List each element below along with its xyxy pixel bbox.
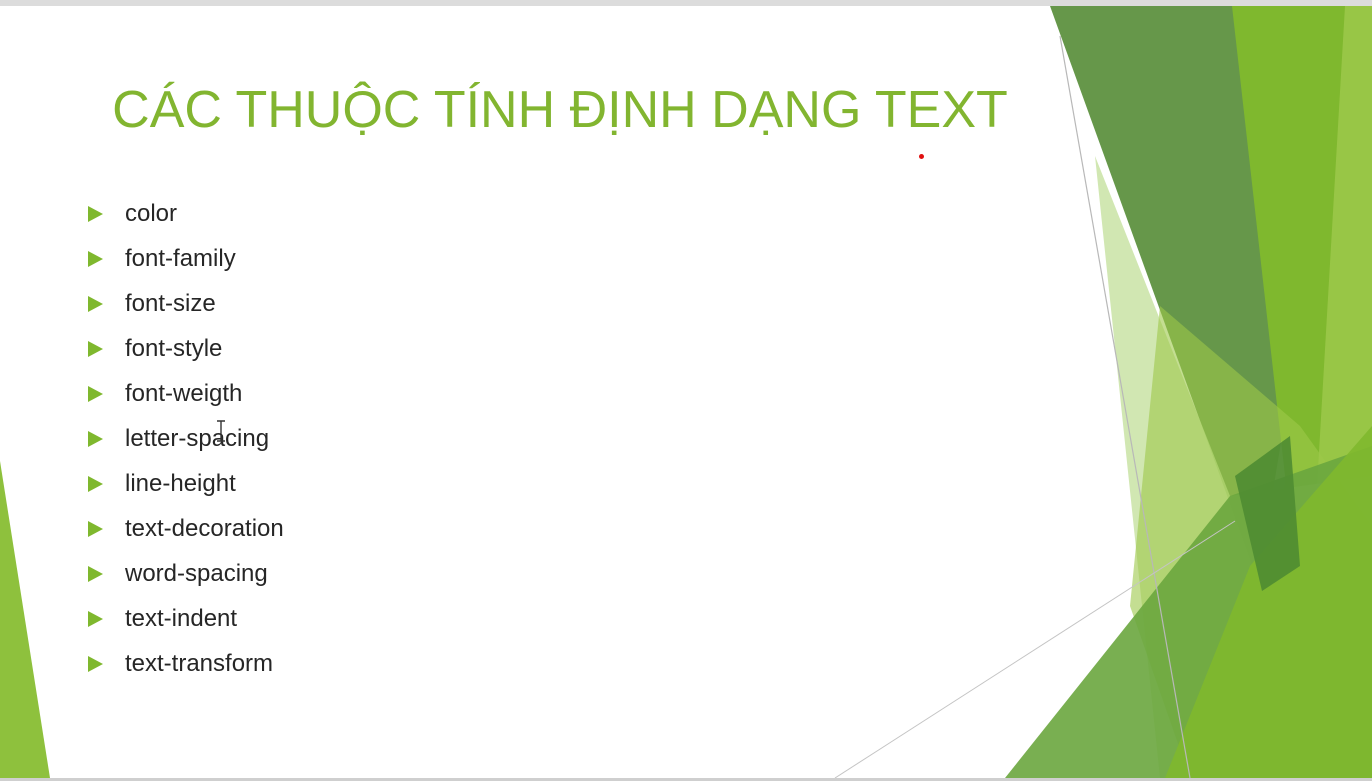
bullet-text: text-indent <box>125 605 238 633</box>
bullet-text: font-style <box>125 334 223 362</box>
list-item: text-transform <box>88 642 284 687</box>
list-item: font-family <box>88 236 284 281</box>
laser-pointer-dot <box>919 154 924 159</box>
bullet-text: letter-spacing <box>125 425 270 453</box>
list-item: line-height <box>88 462 284 507</box>
list-item: text-decoration <box>88 507 284 552</box>
bullet-text: text-decoration <box>125 515 284 543</box>
list-item: letter-spacing <box>88 416 284 461</box>
triangle-right-icon <box>88 295 103 312</box>
bullet-text: font-weigth <box>125 379 243 407</box>
list-item: font-style <box>88 326 284 371</box>
triangle-right-icon <box>88 656 103 673</box>
triangle-right-icon <box>88 521 103 538</box>
triangle-right-icon <box>88 611 103 628</box>
triangle-right-icon <box>88 385 103 402</box>
bullet-text: font-family <box>125 244 236 272</box>
list-item: color <box>88 191 284 236</box>
triangle-right-icon <box>88 340 103 357</box>
bullet-list: color font-family font-size font-style f… <box>88 191 284 687</box>
triangle-right-icon <box>88 431 103 448</box>
text-i-beam-cursor-icon <box>217 420 225 442</box>
list-item: font-weigth <box>88 371 284 416</box>
bullet-text: color <box>125 199 178 227</box>
list-item: font-size <box>88 281 284 326</box>
triangle-right-icon <box>88 250 103 267</box>
list-item: word-spacing <box>88 552 284 597</box>
triangle-right-icon <box>88 566 103 583</box>
slide-title: CÁC THUỘC TÍNH ĐỊNH DẠNG TEXT <box>112 81 1008 139</box>
triangle-right-icon <box>88 205 103 222</box>
bullet-text: font-size <box>125 289 216 317</box>
bullet-text: text-transform <box>125 650 274 678</box>
presentation-slide: CÁC THUỘC TÍNH ĐỊNH DẠNG TEXT color font… <box>0 6 1372 778</box>
bullet-text: word-spacing <box>125 560 268 588</box>
list-item: text-indent <box>88 597 284 642</box>
bullet-text: line-height <box>125 470 236 498</box>
triangle-right-icon <box>88 476 103 493</box>
